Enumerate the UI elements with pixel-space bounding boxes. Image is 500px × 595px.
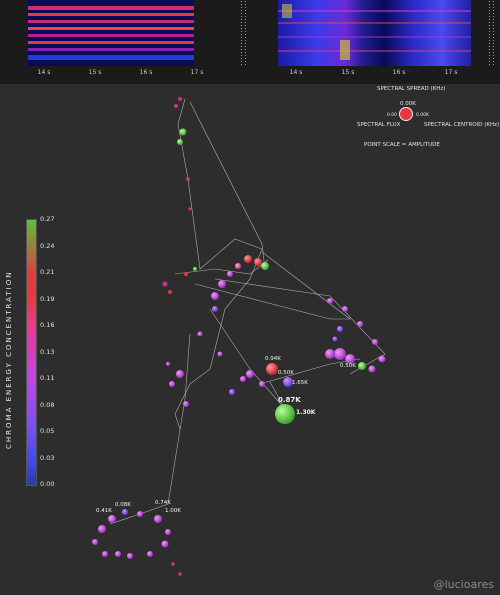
scroll-dots-left — [240, 0, 243, 66]
colorbar-tick-label: 0.24 — [40, 241, 55, 250]
legend-centroid-label: SPECTRAL CENTROID (KHz) — [424, 122, 500, 128]
legend-flux-label: SPECTRAL FLUX — [357, 122, 401, 128]
left-tick-16s: 16 s — [139, 69, 153, 76]
colorbar-tick-label: 0.00 — [40, 480, 55, 488]
colorbar-tick-label: 0.08 — [40, 400, 55, 409]
node-label: 1.65K — [292, 380, 308, 386]
node-label: 0.74K — [155, 500, 171, 506]
right-tick-15s: 15 s — [341, 69, 355, 76]
spectrogram-left — [28, 0, 194, 66]
colorbar-tick-label: 0.03 — [40, 453, 55, 462]
legend-flux-value: 0.00 — [387, 113, 398, 118]
node-label: 0.87K — [278, 396, 301, 404]
right-tick-16s: 16 s — [392, 69, 406, 76]
graph-nodes — [92, 97, 386, 576]
node-label: 0.50K — [340, 363, 356, 369]
left-tick-17s: 17 s — [190, 69, 204, 76]
legend-scale-note: POINT SCALE = AMPLITUDE — [364, 142, 440, 148]
chroma-colorbar — [26, 219, 37, 486]
legend-spread-label: SPECTRAL SPREAD (KHz) — [377, 86, 446, 92]
feature-graph[interactable]: 0.94K 0.50K 1.65K 0.50K 0.87K 1.30K 0.74… — [0, 84, 500, 595]
watermark-handle: @lucioares — [433, 578, 494, 591]
left-tick-14s: 14 s — [37, 69, 51, 76]
graph-value-labels: 0.94K 0.50K 1.65K 0.50K 0.87K 1.30K 0.74… — [96, 356, 356, 514]
scroll-dots-right-2 — [492, 0, 495, 66]
colorbar-tick-label: 0.11 — [40, 374, 55, 382]
right-tick-14s: 14 s — [289, 69, 303, 76]
node-label: 0.08K — [115, 502, 131, 508]
node-label: 0.41K — [96, 508, 112, 514]
left-tick-15s: 15 s — [88, 69, 102, 76]
colorbar-tick-label: 0.05 — [40, 427, 55, 435]
scroll-dots-left-2 — [244, 0, 247, 66]
legend-marker — [399, 107, 413, 121]
node-label: 1.00K — [165, 508, 181, 514]
colorbar-title: CHROMA ENERGY CONCENTRATION — [5, 270, 13, 449]
legend-centroid-value: 0.00K — [416, 113, 429, 118]
right-tick-17s: 17 s — [444, 69, 458, 76]
colorbar-tick-label: 0.21 — [40, 268, 55, 276]
legend-spread-value: 0.00K — [400, 101, 416, 107]
colorbar-tick-label: 0.16 — [40, 321, 55, 329]
colorbar-tick-label: 0.27 — [40, 215, 55, 223]
node-label: 0.50K — [278, 370, 294, 376]
node-label: 0.94K — [265, 356, 281, 362]
colorbar-tick-label: 0.13 — [40, 347, 55, 356]
graph-viewport[interactable]: 0.94K 0.50K 1.65K 0.50K 0.87K 1.30K 0.74… — [0, 84, 500, 595]
scroll-dots-right — [488, 0, 491, 66]
spectrogram-strip: 14 s 15 s 16 s 17 s 14 s 15 s 16 s 17 s — [0, 0, 500, 85]
colorbar-tick-label: 0.19 — [40, 294, 55, 303]
feature-legend: SPECTRAL SPREAD (KHz) 0.00K 0.00 0.00K S… — [355, 84, 500, 154]
node-label: 1.30K — [296, 409, 316, 416]
spectrogram-right — [278, 0, 471, 66]
